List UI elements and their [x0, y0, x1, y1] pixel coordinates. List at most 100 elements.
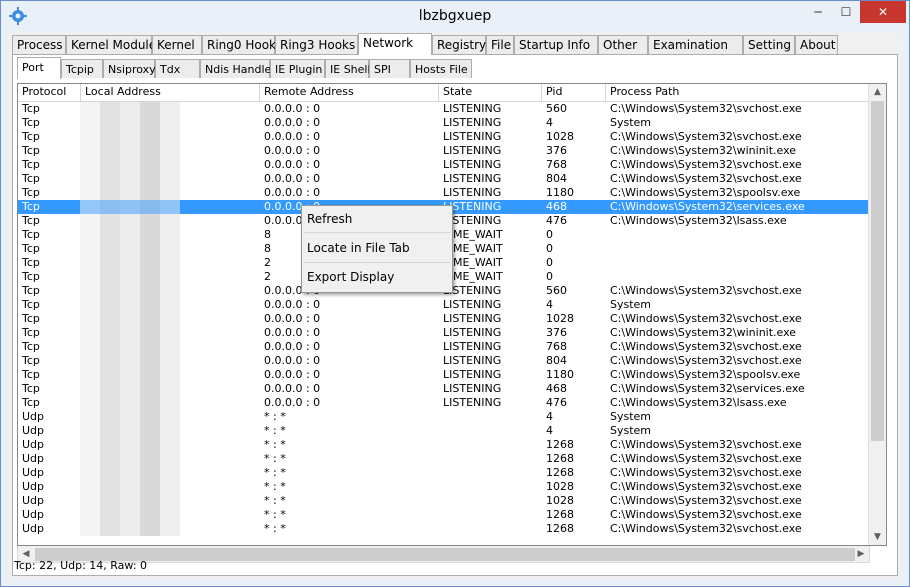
tab-about[interactable]: About [795, 35, 838, 54]
table-row[interactable]: Udp * : * 1268 C:\Windows\System32\svchost.… [18, 466, 876, 480]
table-row[interactable]: Udp * : * 1028 C:\Windows\System32\svchost.… [18, 480, 876, 494]
cell-protocol: Tcp [22, 102, 40, 115]
tab-examination[interactable]: Examination [648, 35, 743, 54]
subtab-tdx[interactable]: Tdx [155, 59, 200, 78]
subtab-port[interactable]: Port [17, 57, 61, 79]
scroll-down-icon[interactable]: ▼ [869, 529, 886, 545]
cell-process-path: C:\Windows\System32\svchost.exe [610, 158, 802, 171]
cell-process-path: C:\Windows\System32\services.exe [610, 382, 805, 395]
tab-process[interactable]: Process [12, 35, 66, 54]
redacted-local-address [80, 242, 180, 256]
tab-startup-info[interactable]: Startup Info [514, 35, 598, 54]
cell-remote-address: 0.0.0.0 : 0 [264, 382, 321, 395]
cell-protocol: Tcp [22, 116, 40, 129]
table-row[interactable]: Tcp 0.0.0.0 : 0 LISTENING 376 C:\Windows\Sys… [18, 144, 876, 158]
redacted-local-address [80, 438, 180, 452]
column-header-pid[interactable]: Pid [542, 84, 606, 101]
menu-item-export-display[interactable]: Export Display [304, 266, 450, 288]
table-row[interactable]: Tcp 0.0.0.0 : 0 LISTENING 4 System [18, 116, 876, 130]
column-header-local-address[interactable]: Local Address [81, 84, 260, 101]
cell-pid: 4 [546, 298, 553, 311]
menu-item-locate-in-file-tab[interactable]: Locate in File Tab [304, 237, 450, 259]
column-header-remote-address[interactable]: Remote Address [260, 84, 439, 101]
tab-ring3-hooks[interactable]: Ring3 Hooks [275, 35, 358, 54]
column-header-protocol[interactable]: Protocol [18, 84, 81, 101]
cell-remote-address: 0.0.0.0 : 0 [264, 102, 321, 115]
cell-remote-address: 0.0.0.0 : 0 [264, 340, 321, 353]
cell-process-path: C:\Windows\System32\svchost.exe [610, 102, 802, 115]
table-row[interactable]: Udp * : * 4 System [18, 410, 876, 424]
table-row[interactable]: Udp * : * 4 System [18, 424, 876, 438]
table-row[interactable]: Udp * : * 1028 C:\Windows\System32\svchost.… [18, 494, 876, 508]
table-row[interactable]: Tcp 0.0.0.0 : 0 LISTENING 476 C:\Windows\Sys… [18, 396, 876, 410]
cell-state: LISTENING [443, 396, 502, 409]
cell-pid: 1028 [546, 480, 574, 493]
minimize-button[interactable]: ─ [804, 1, 832, 23]
cell-process-path: C:\Windows\System32\svchost.exe [610, 466, 802, 479]
cell-pid: 4 [546, 116, 553, 129]
close-button[interactable]: ✕ [860, 1, 906, 23]
subtab-ie-plugin[interactable]: IE Plugin [270, 59, 325, 78]
cell-process-path: C:\Windows\System32\svchost.exe [610, 480, 802, 493]
tab-file[interactable]: File [486, 35, 514, 54]
vertical-scroll-thumb[interactable] [871, 101, 884, 441]
cell-protocol: Tcp [22, 312, 40, 325]
subtab-hosts-file[interactable]: Hosts File [410, 59, 472, 78]
cell-process-path: C:\Windows\System32\svchost.exe [610, 130, 802, 143]
menu-item-refresh[interactable]: Refresh [304, 208, 450, 230]
tab-registry[interactable]: Registry [432, 35, 486, 54]
table-row[interactable]: Udp * : * 1268 C:\Windows\System32\svchost.… [18, 522, 876, 536]
table-row[interactable]: Tcp 0.0.0.0 : 0 LISTENING 376 C:\Windows\Sys… [18, 326, 876, 340]
cell-pid: 1180 [546, 368, 574, 381]
cell-protocol: Tcp [22, 158, 40, 171]
subtab-ndis-handler[interactable]: Ndis Handler [200, 59, 276, 78]
subtab-nsiproxy[interactable]: Nsiproxy [103, 59, 156, 78]
subtab-tcpip[interactable]: Tcpip [61, 59, 103, 78]
title-bar[interactable]: lbzbgxuep ─ ☐ ✕ [1, 1, 909, 33]
redacted-local-address [80, 522, 180, 536]
table-row[interactable]: Udp * : * 1268 C:\Windows\System32\svchost.… [18, 452, 876, 466]
cell-protocol: Tcp [22, 368, 40, 381]
port-list[interactable]: Protocol Local Address Remote Address State… [17, 83, 887, 546]
cell-pid: 1180 [546, 186, 574, 199]
redacted-local-address [80, 312, 180, 326]
cell-remote-address: 0.0.0.0 : 0 [264, 144, 321, 157]
table-row[interactable]: Udp * : * 1268 C:\Windows\System32\svchost.… [18, 508, 876, 522]
column-header-state[interactable]: State [439, 84, 542, 101]
table-row[interactable]: Tcp 0.0.0.0 : 0 LISTENING 768 C:\Windows\Sys… [18, 340, 876, 354]
vertical-scrollbar[interactable]: ▲ ▼ [868, 84, 886, 545]
cell-remote-address: * : * [264, 438, 286, 451]
cell-protocol: Udp [22, 452, 45, 465]
table-row[interactable]: Tcp 0.0.0.0 : 0 LISTENING 1180 C:\Windows\Sy… [18, 368, 876, 382]
cell-process-path: C:\Windows\System32\lsass.exe [610, 214, 787, 227]
table-row[interactable]: Tcp 0.0.0.0 : 0 LISTENING 1180 C:\Windows\Sy… [18, 186, 876, 200]
table-row[interactable]: Tcp 0.0.0.0 : 0 LISTENING 4 System [18, 298, 876, 312]
subtab-spi[interactable]: SPI [369, 59, 410, 78]
maximize-button[interactable]: ☐ [832, 1, 860, 23]
cell-pid: 0 [546, 270, 553, 283]
table-row[interactable]: Tcp 0.0.0.0 : 0 LISTENING 560 C:\Windows\Sys… [18, 102, 876, 116]
table-row[interactable]: Tcp 0.0.0.0 : 0 LISTENING 804 C:\Windows\Sys… [18, 354, 876, 368]
table-row[interactable]: Tcp 0.0.0.0 : 0 LISTENING 1028 C:\Windows\Sy… [18, 312, 876, 326]
tab-kernel-module[interactable]: Kernel Module [66, 35, 156, 54]
column-header-process-path[interactable]: Process Path [606, 84, 886, 101]
scroll-up-icon[interactable]: ▲ [869, 84, 886, 100]
table-row[interactable]: Tcp 0.0.0.0 : 0 LISTENING 468 C:\Windows\Sys… [18, 382, 876, 396]
cell-remote-address: 0.0.0.0 : 0 [264, 116, 321, 129]
menu-separator [304, 262, 450, 263]
cell-remote-address: * : * [264, 452, 286, 465]
redacted-local-address [80, 172, 180, 186]
tab-other[interactable]: Other [598, 35, 648, 54]
tab-kernel[interactable]: Kernel [152, 35, 202, 54]
table-row[interactable]: Tcp 0.0.0.0 : 0 LISTENING 768 C:\Windows\Sys… [18, 158, 876, 172]
client-area: Process Kernel Module Kernel Ring0 Hooks Rin… [8, 33, 901, 579]
subtab-ie-shell[interactable]: IE Shell [325, 59, 371, 78]
cell-pid: 1268 [546, 438, 574, 451]
tab-ring0-hooks[interactable]: Ring0 Hooks [202, 35, 282, 54]
cell-protocol: Udp [22, 480, 45, 493]
table-row[interactable]: Tcp 0.0.0.0 : 0 LISTENING 804 C:\Windows\Sys… [18, 172, 876, 186]
table-row[interactable]: Udp * : * 1268 C:\Windows\System32\svchost.… [18, 438, 876, 452]
tab-setting[interactable]: Setting [743, 35, 795, 54]
table-row[interactable]: Tcp 0.0.0.0 : 0 LISTENING 1028 C:\Windows\Sy… [18, 130, 876, 144]
tab-network[interactable]: Network [358, 33, 432, 55]
